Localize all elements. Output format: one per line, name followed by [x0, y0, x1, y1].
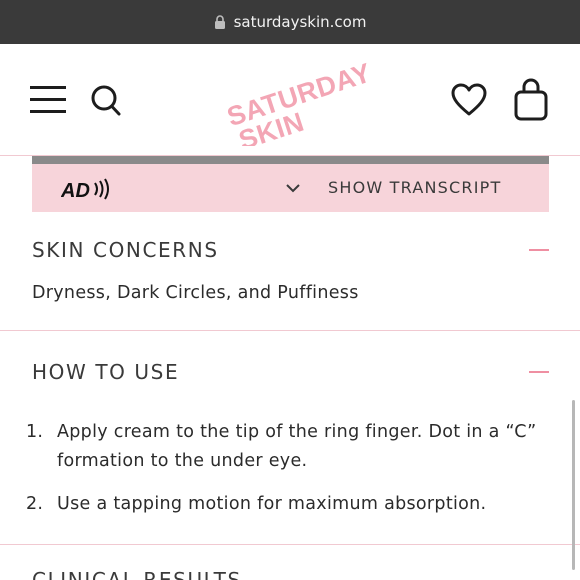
menu-icon[interactable] [30, 84, 66, 116]
collapse-minus-icon[interactable] [529, 249, 549, 251]
wishlist-heart-icon[interactable] [450, 82, 488, 118]
step-text: Use a tapping motion for maximum absorpt… [57, 494, 487, 514]
scrollbar[interactable] [572, 400, 575, 570]
site-header: SATURDAY SKIN [0, 44, 580, 156]
video-player-bottom [32, 156, 549, 164]
transcript-bar[interactable]: AD SHOW TRANSCRIPT [32, 164, 549, 212]
show-transcript-button[interactable]: SHOW TRANSCRIPT [328, 178, 501, 197]
how-to-use-heading[interactable]: HOW TO USE [32, 360, 179, 384]
browser-url-bar[interactable]: saturdayskin.com [0, 0, 580, 44]
step-text: Apply cream to the tip of the ring finge… [57, 422, 537, 471]
collapse-minus-icon[interactable] [529, 371, 549, 373]
how-to-use-steps: 1. Apply cream to the tip of the ring fi… [26, 418, 546, 533]
clinical-results-heading[interactable]: CLINICAL RESULTS [32, 568, 242, 580]
audio-description-icon: AD [61, 178, 109, 201]
section-divider [0, 330, 580, 331]
shopping-bag-icon[interactable] [513, 78, 549, 122]
list-item: 2. Use a tapping motion for maximum abso… [26, 490, 546, 519]
step-number: 1. [26, 422, 44, 442]
list-item: 1. Apply cream to the tip of the ring fi… [26, 418, 546, 476]
svg-text:AD: AD [61, 180, 90, 201]
chevron-down-icon[interactable] [285, 182, 301, 194]
search-icon[interactable] [90, 84, 122, 118]
step-number: 2. [26, 494, 44, 514]
lock-icon [214, 15, 225, 29]
saturday-skin-logo[interactable]: SATURDAY SKIN [218, 56, 368, 146]
section-divider [0, 544, 580, 545]
url-text: saturdayskin.com [233, 13, 367, 31]
skin-concerns-text: Dryness, Dark Circles, and Puffiness [32, 283, 359, 303]
skin-concerns-heading[interactable]: SKIN CONCERNS [32, 238, 219, 262]
